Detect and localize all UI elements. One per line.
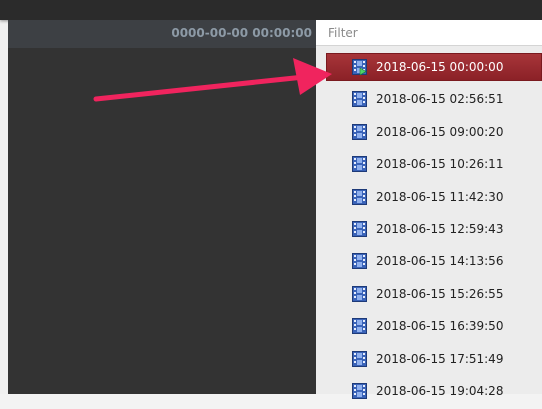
recording-timestamp: 2018-06-15 19:04:28 [376, 383, 504, 398]
recording-list-item[interactable]: 2018-06-15 17:51:49 [316, 345, 542, 373]
film-icon [352, 220, 367, 237]
time-display: 0000-00-00 00:00:00 [171, 26, 312, 40]
app-window: 0000-00-00 00:00:00 2018-06-15 00:00:002… [0, 0, 542, 399]
film-icon [352, 123, 367, 140]
recording-timestamp: 2018-06-15 09:00:20 [376, 124, 504, 139]
film-icon [352, 188, 367, 205]
filter-input[interactable] [316, 20, 542, 46]
recording-timestamp: 2018-06-15 17:51:49 [376, 351, 504, 366]
video-panel: 0000-00-00 00:00:00 [8, 20, 316, 394]
recording-timestamp: 2018-06-15 12:59:43 [376, 221, 504, 236]
recording-list-item[interactable]: 2018-06-15 11:42:30 [316, 183, 542, 211]
film-play-icon [352, 59, 367, 76]
recording-list-item[interactable]: 2018-06-15 12:59:43 [316, 215, 542, 243]
film-icon [352, 91, 367, 108]
recording-timestamp: 2018-06-15 11:42:30 [376, 189, 504, 204]
film-icon [352, 382, 367, 399]
recording-timestamp: 2018-06-15 15:26:55 [376, 286, 504, 301]
recording-list-item[interactable]: 2018-06-15 10:26:11 [316, 150, 542, 178]
film-icon [352, 350, 367, 367]
recording-timestamp: 2018-06-15 14:13:56 [376, 254, 504, 269]
recording-timestamp: 2018-06-15 00:00:00 [376, 60, 504, 74]
recording-list-item[interactable]: 2018-06-15 16:39:50 [316, 312, 542, 340]
recording-list-item[interactable]: 2018-06-15 09:00:20 [316, 118, 542, 146]
video-panel-header: 0000-00-00 00:00:00 [8, 20, 316, 48]
film-icon [352, 285, 367, 302]
film-icon [352, 318, 367, 335]
recording-list-item[interactable]: 2018-06-15 00:00:00 [326, 53, 542, 81]
recording-timestamp: 2018-06-15 10:26:11 [376, 157, 504, 172]
film-icon [352, 156, 367, 173]
recording-list-item[interactable]: 2018-06-15 02:56:51 [316, 85, 542, 113]
recording-list-item[interactable]: 2018-06-15 19:04:28 [316, 377, 542, 405]
recording-timestamp: 2018-06-15 16:39:50 [376, 319, 504, 334]
recording-list-item[interactable]: 2018-06-15 14:13:56 [316, 247, 542, 275]
recording-list: 2018-06-15 00:00:00 2018-06-15 02:56:51 20… [316, 53, 542, 409]
recording-list-item[interactable]: 2018-06-15 15:26:55 [316, 280, 542, 308]
film-icon [352, 253, 367, 270]
recording-timestamp: 2018-06-15 02:56:51 [376, 92, 504, 107]
recording-list-panel: 2018-06-15 00:00:00 2018-06-15 02:56:51 20… [316, 20, 542, 399]
top-bar [0, 0, 542, 20]
